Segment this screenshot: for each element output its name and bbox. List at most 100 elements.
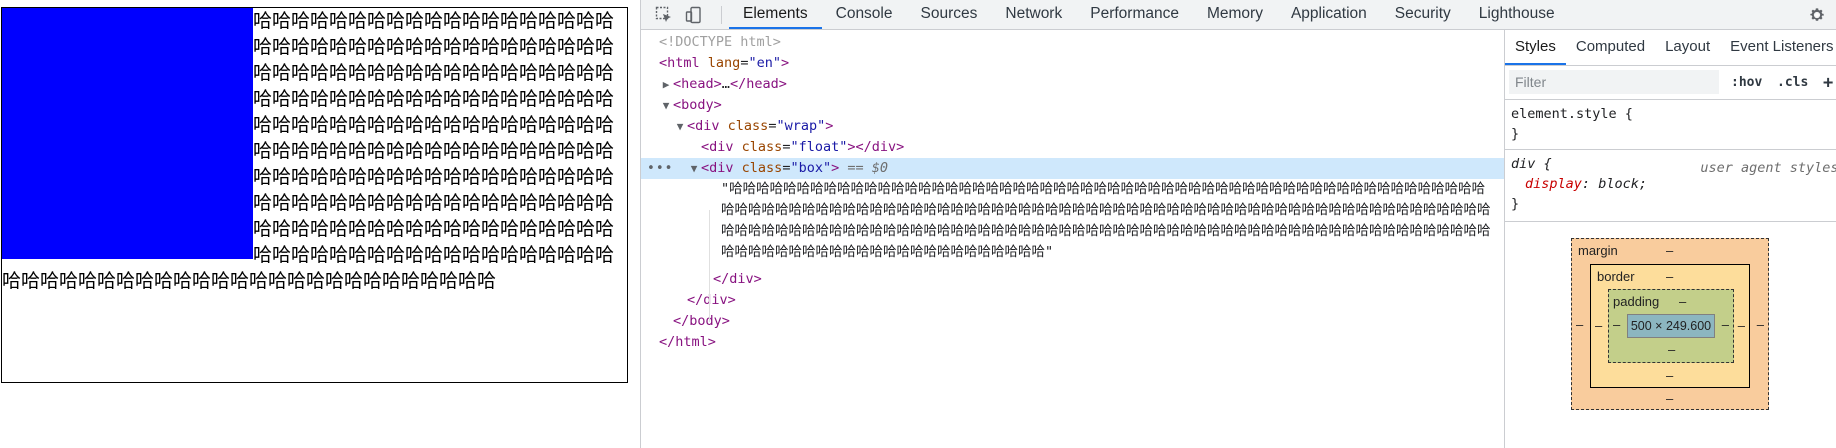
div-tag-name: div bbox=[709, 139, 734, 155]
dom-line-head[interactable]: ▶ <head>…</head> bbox=[641, 74, 1504, 95]
css-property-name[interactable]: display bbox=[1525, 176, 1582, 192]
div-selector: div { bbox=[1511, 156, 1552, 172]
border-bottom-value[interactable]: – bbox=[1666, 368, 1673, 383]
tab-performance[interactable]: Performance bbox=[1076, 0, 1193, 29]
border-left-value[interactable]: – bbox=[1595, 318, 1602, 333]
tab-memory[interactable]: Memory bbox=[1193, 0, 1277, 29]
dom-line-div-wrap-close[interactable]: </div> bbox=[641, 290, 1504, 311]
styles-tabs: Styles Computed Layout Event Listeners bbox=[1505, 30, 1836, 66]
margin-label: margin bbox=[1578, 243, 1618, 258]
doctype-node: <!DOCTYPE html> bbox=[659, 34, 781, 50]
div-close-tag: div bbox=[871, 139, 897, 155]
div-tag-name: div bbox=[709, 160, 734, 176]
new-rule-plus-button[interactable]: + bbox=[1823, 72, 1833, 94]
dom-line-div-wrap[interactable]: ▼ <div class="wrap"> bbox=[641, 116, 1504, 137]
element-style-rule[interactable]: element.style { } bbox=[1505, 100, 1836, 150]
css-colon: : bbox=[1581, 176, 1591, 192]
devtools-tabbar: Elements Console Sources Network Perform… bbox=[641, 0, 1836, 30]
device-toolbar-icon[interactable] bbox=[683, 4, 705, 26]
head-collapsed-ellipsis[interactable]: … bbox=[722, 76, 730, 92]
dom-line-html-close[interactable]: </html> bbox=[641, 332, 1504, 353]
wrap-container: 哈哈哈哈哈哈哈哈哈哈哈哈哈哈哈哈哈哈哈哈哈哈哈哈哈哈哈哈哈哈哈哈哈哈哈哈哈哈哈哈… bbox=[1, 7, 628, 383]
tab-security[interactable]: Security bbox=[1381, 0, 1465, 29]
dom-line-div-float[interactable]: <div class="float"></div> bbox=[641, 137, 1504, 158]
margin-top-value[interactable]: – bbox=[1666, 243, 1673, 258]
dom-line-body-close[interactable]: </body> bbox=[641, 311, 1504, 332]
div-close-tag: div bbox=[703, 292, 728, 308]
inspect-element-icon[interactable] bbox=[653, 4, 675, 26]
box-model-border[interactable]: border – – – – padding – – – – 500 × 249… bbox=[1590, 264, 1750, 388]
tab-console[interactable]: Console bbox=[822, 0, 907, 29]
html-attr-name: lang bbox=[707, 55, 741, 71]
html-tag-name: html bbox=[667, 55, 700, 71]
indent-guide bbox=[709, 210, 710, 322]
box-model-content-size[interactable]: 500 × 249.600 bbox=[1627, 314, 1715, 338]
div-ua-rule[interactable]: div { user agent stylesheet display: blo… bbox=[1505, 150, 1836, 222]
collapse-triangle-icon[interactable]: ▼ bbox=[673, 116, 687, 137]
div-close-tag: div bbox=[729, 271, 754, 287]
styles-pane: Styles Computed Layout Event Listeners :… bbox=[1505, 30, 1836, 448]
border-right-value[interactable]: – bbox=[1738, 318, 1745, 333]
toolbar-separator bbox=[721, 6, 722, 24]
dom-line-div-close[interactable]: </div> bbox=[641, 269, 1504, 290]
html-close-tag: html bbox=[675, 334, 708, 350]
padding-right-value[interactable]: – bbox=[1722, 317, 1729, 332]
float-class-value: "float" bbox=[790, 139, 848, 155]
padding-bottom-value[interactable]: – bbox=[1668, 342, 1675, 357]
collapse-triangle-icon[interactable]: ▼ bbox=[687, 158, 701, 179]
dom-line-html[interactable]: <html lang="en"> bbox=[641, 53, 1504, 74]
class-attr-name: class bbox=[727, 118, 769, 134]
dom-line-body[interactable]: ▼ <body> bbox=[641, 95, 1504, 116]
more-options-icon[interactable]: ••• bbox=[647, 158, 673, 179]
box-model-padding[interactable]: padding – – – – 500 × 249.600 bbox=[1608, 289, 1734, 363]
border-top-value[interactable]: – bbox=[1666, 269, 1673, 284]
devtools-panel: Elements Console Sources Network Perform… bbox=[640, 0, 1836, 448]
tab-event-listeners[interactable]: Event Listeners bbox=[1720, 30, 1836, 65]
styles-filter-bar: :hov .cls + bbox=[1505, 66, 1836, 100]
tab-styles[interactable]: Styles bbox=[1505, 30, 1566, 65]
class-attr-name: class bbox=[741, 160, 783, 176]
collapse-triangle-icon[interactable]: ▼ bbox=[659, 95, 673, 116]
dom-text-node: "哈哈哈哈哈哈哈哈哈哈哈哈哈哈哈哈哈哈哈哈哈哈哈哈哈哈哈哈哈哈哈哈哈哈哈哈哈哈哈… bbox=[721, 181, 1491, 260]
expand-triangle-icon[interactable]: ▶ bbox=[659, 74, 673, 95]
tab-lighthouse[interactable]: Lighthouse bbox=[1465, 0, 1569, 29]
margin-bottom-value[interactable]: – bbox=[1666, 391, 1673, 406]
padding-top-value[interactable]: – bbox=[1679, 294, 1686, 309]
rule-close-brace: } bbox=[1511, 126, 1520, 142]
tab-sources[interactable]: Sources bbox=[907, 0, 992, 29]
wrap-class-value: "wrap" bbox=[776, 118, 826, 134]
margin-left-value[interactable]: – bbox=[1576, 317, 1583, 332]
settings-gear-icon[interactable] bbox=[1805, 3, 1829, 27]
css-property-value[interactable]: block; bbox=[1598, 176, 1647, 192]
tab-layout[interactable]: Layout bbox=[1655, 30, 1720, 65]
selected-node-marker: == $0 bbox=[847, 160, 889, 176]
padding-left-value[interactable]: – bbox=[1613, 317, 1620, 332]
tab-elements[interactable]: Elements bbox=[729, 0, 822, 29]
div-tag-name: div bbox=[695, 118, 720, 134]
devtools-tabs: Elements Console Sources Network Perform… bbox=[729, 0, 1569, 30]
float-box bbox=[2, 8, 253, 259]
border-label: border bbox=[1597, 269, 1635, 284]
styles-filter-input[interactable] bbox=[1509, 70, 1719, 94]
ua-stylesheet-source[interactable]: user agent stylesheet bbox=[1700, 158, 1836, 178]
rule-close-brace: } bbox=[1511, 196, 1520, 212]
box-class-value: "box" bbox=[790, 160, 832, 176]
dom-text-node-block[interactable]: "哈哈哈哈哈哈哈哈哈哈哈哈哈哈哈哈哈哈哈哈哈哈哈哈哈哈哈哈哈哈哈哈哈哈哈哈哈哈哈… bbox=[641, 179, 1504, 269]
padding-label: padding bbox=[1613, 294, 1660, 309]
cls-button[interactable]: .cls bbox=[1777, 72, 1808, 94]
html-attr-value: "en" bbox=[748, 55, 781, 71]
tab-network[interactable]: Network bbox=[991, 0, 1076, 29]
elements-dom-tree: <!DOCTYPE html> <html lang="en"> ▶ <head>… bbox=[641, 30, 1505, 448]
class-attr-name: class bbox=[741, 139, 783, 155]
box-model-margin[interactable]: margin – – – – border – – – – padding – … bbox=[1571, 238, 1769, 410]
hov-button[interactable]: :hov bbox=[1731, 72, 1762, 94]
margin-right-value[interactable]: – bbox=[1757, 317, 1764, 332]
body-close-tag: body bbox=[689, 313, 722, 329]
tab-computed[interactable]: Computed bbox=[1566, 30, 1655, 65]
dom-line-doctype[interactable]: <!DOCTYPE html> bbox=[641, 32, 1504, 53]
body-tag-name: body bbox=[681, 97, 714, 113]
tab-application[interactable]: Application bbox=[1277, 0, 1381, 29]
element-style-selector: element.style { bbox=[1511, 106, 1633, 122]
head-tag-name: head bbox=[681, 76, 714, 92]
dom-line-div-box-selected[interactable]: ••• ▼ <div class="box"> == $0 bbox=[641, 158, 1504, 179]
